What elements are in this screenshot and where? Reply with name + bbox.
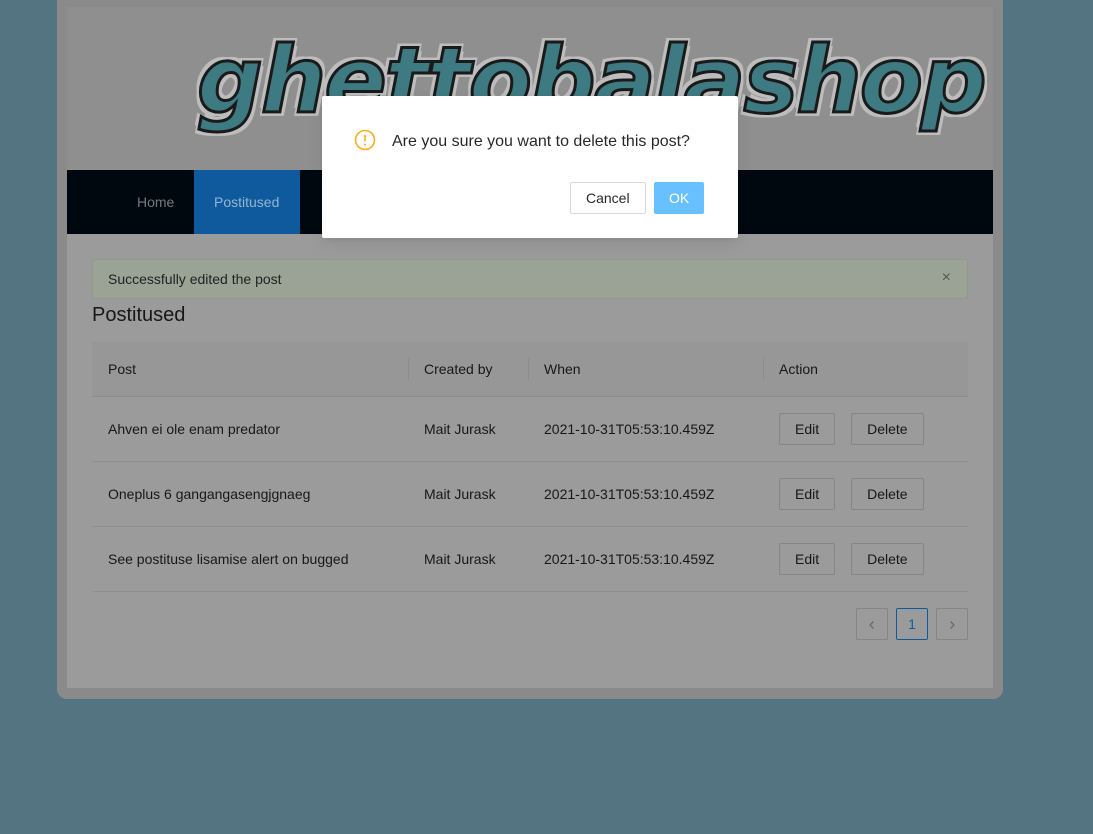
column-header-when: When — [528, 342, 763, 397]
chevron-left-icon[interactable] — [856, 608, 888, 640]
cell-when: 2021-10-31T05:53:10.459Z — [528, 396, 763, 462]
column-header-action: Action — [763, 342, 968, 397]
success-alert: Successfully edited the post × — [92, 259, 968, 299]
table-row: See postituse lisamise alert on bugged M… — [92, 526, 968, 592]
table-row: Oneplus 6 gangangasengjgnaeg Mait Jurask… — [92, 461, 968, 527]
nav-item-label: Home — [137, 194, 175, 210]
page-title: Postitused — [92, 304, 186, 326]
cell-post: Ahven ei ole enam predator — [92, 396, 408, 462]
column-header-post: Post — [92, 342, 408, 397]
cell-when: 2021-10-31T05:53:10.459Z — [528, 461, 763, 527]
edit-button[interactable]: Edit — [779, 543, 836, 575]
ok-button[interactable]: OK — [654, 182, 705, 214]
delete-button[interactable]: Delete — [851, 413, 924, 445]
modal-message: Are you sure you want to delete this pos… — [392, 133, 690, 150]
cell-when: 2021-10-31T05:53:10.459Z — [528, 526, 763, 592]
cell-created-by: Mait Jurask — [408, 396, 528, 462]
delete-button[interactable]: Delete — [851, 543, 924, 575]
cell-action: Edit Delete — [763, 461, 968, 527]
delete-button[interactable]: Delete — [851, 478, 924, 510]
alert-message: Successfully edited the post — [108, 271, 282, 287]
cell-created-by: Mait Jurask — [408, 526, 528, 592]
table-header-row: Post Created by When Action — [92, 342, 968, 397]
cell-created-by: Mait Jurask — [408, 461, 528, 527]
cell-action: Edit Delete — [763, 396, 968, 462]
cell-post: See postituse lisamise alert on bugged — [92, 526, 408, 592]
cell-post: Oneplus 6 gangangasengjgnaeg — [92, 461, 408, 527]
nav-item-label: Postitused — [214, 194, 280, 210]
posts-table: Post Created by When Action Ahven ei ole… — [92, 342, 968, 592]
exclamation-circle-icon — [354, 129, 376, 151]
edit-button[interactable]: Edit — [779, 413, 836, 445]
confirm-delete-modal: Are you sure you want to delete this pos… — [322, 96, 738, 238]
chevron-right-icon[interactable] — [936, 608, 968, 640]
table-row: Ahven ei ole enam predator Mait Jurask 2… — [92, 396, 968, 462]
nav-item-home[interactable]: Home — [117, 170, 194, 234]
cancel-button[interactable]: Cancel — [570, 182, 646, 214]
page-number-current[interactable]: 1 — [896, 608, 928, 640]
close-icon[interactable]: × — [942, 269, 951, 287]
cell-action: Edit Delete — [763, 526, 968, 592]
nav-item-postitused[interactable]: Postitused — [194, 170, 300, 234]
edit-button[interactable]: Edit — [779, 478, 836, 510]
column-header-created-by: Created by — [408, 342, 528, 397]
